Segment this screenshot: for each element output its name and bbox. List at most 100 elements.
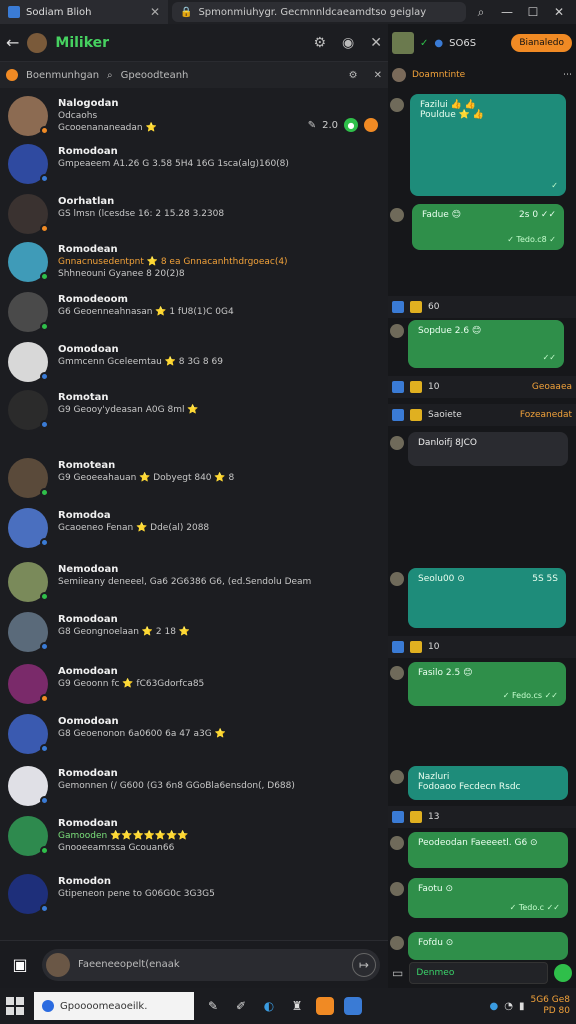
message-input[interactable]: Faeeneeopelt(enaak ↦ bbox=[42, 948, 380, 981]
avatar bbox=[390, 436, 404, 450]
send-icon[interactable] bbox=[554, 964, 572, 982]
reaction-count: 10 bbox=[428, 642, 440, 652]
chat-list-item[interactable]: Romodean Gnnacnusedentpnt ⭐ 8 ea Gnnacanh… bbox=[0, 238, 388, 286]
chat-preview: Odcaohs bbox=[58, 111, 98, 121]
message-bubble[interactable]: Sopdue 2.6 😊 ✓✓ bbox=[408, 320, 564, 368]
message-bubble[interactable]: Fadue 😊 ✓ Tedo.c8 ✓ 2s 0 ✓✓ bbox=[412, 204, 564, 250]
start-icon[interactable] bbox=[6, 997, 24, 1015]
reaction-strip[interactable]: 13 bbox=[388, 806, 576, 828]
media-icon[interactable]: ▣ bbox=[8, 953, 32, 977]
chat-list-item[interactable]: Nemodoan Semiieany deneeel, Ga6 2G6386 G6… bbox=[0, 558, 388, 606]
conversation-subheader: Doamntinte ⋯ bbox=[388, 62, 576, 88]
chat-list-item[interactable]: Romodeoom G6 Geoenneahnasan ⭐ 1 fU8(1)C 0… bbox=[0, 288, 388, 336]
edge-icon[interactable]: ◐ bbox=[260, 997, 278, 1015]
chat-name: Nemodoan bbox=[58, 564, 119, 575]
maximize-button[interactable]: ☐ bbox=[522, 2, 544, 22]
chat-list-item[interactable]: Romodoan Gemonnen (/ G600 (G3 6n8 GGoBla6… bbox=[0, 762, 388, 810]
message-bubble[interactable]: Nazluri Fodoaoo Fecdecn Rsdc bbox=[408, 766, 568, 800]
status-dot bbox=[40, 272, 49, 281]
tab-close-icon[interactable]: ✕ bbox=[150, 5, 160, 19]
volume-icon[interactable]: ◔ bbox=[504, 1001, 513, 1012]
store-icon[interactable] bbox=[344, 997, 362, 1015]
message-text: Fazilui 👍 👍 Pouldue ⭐ 👍 bbox=[420, 100, 484, 120]
emoji-icon bbox=[410, 301, 422, 313]
chat-list-item[interactable]: Oomodoan G8 Geoenonon 6a0600 6a 47 a3G ⭐ bbox=[0, 710, 388, 758]
avatar bbox=[390, 324, 404, 338]
message-bubble[interactable]: Seolu00 ⊙ 5S 5S bbox=[408, 568, 566, 628]
status-dot bbox=[40, 224, 49, 233]
filter-icon[interactable]: ⚙ bbox=[313, 35, 326, 51]
avatar bbox=[8, 612, 49, 652]
reaction-strip[interactable]: 10 bbox=[388, 636, 576, 658]
chat-preview: Shhneouni Gyanee 8 20(2)8 bbox=[58, 269, 185, 279]
message-text: Nazluri Fodoaoo Fecdecn Rsdc bbox=[418, 772, 521, 792]
status-dot bbox=[40, 592, 49, 601]
pen-icon[interactable]: ✐ bbox=[232, 997, 250, 1015]
close-icon[interactable]: ✕ bbox=[370, 35, 382, 51]
chat-preview: Gtipeneon pene to G06G0c 3G3G5 bbox=[58, 889, 215, 899]
message-placeholder: Faeeneeopelt(enaak bbox=[78, 959, 180, 970]
minimize-button[interactable]: — bbox=[496, 2, 518, 22]
url-text: Spmonmiuhygr. Gecmnnldcaeamdtso geiglay bbox=[198, 6, 427, 18]
message-text: Seolu00 ⊙ bbox=[418, 574, 465, 584]
address-bar[interactable]: 🔒 Spmonmiuhygr. Gecmnnldcaeamdtso geigla… bbox=[172, 2, 466, 22]
eye-icon[interactable]: ◉ bbox=[342, 35, 354, 51]
close-window-button[interactable]: ✕ bbox=[548, 2, 570, 22]
app-icon[interactable]: ♜ bbox=[288, 997, 306, 1015]
chat-list-item[interactable]: Romodoan Gmpeaeem A1.26 G 3.58 5H4 16G 1s… bbox=[0, 140, 388, 188]
settings-icon[interactable]: ⚙ bbox=[349, 70, 358, 81]
chat-list-item[interactable]: Romotan G9 Geooy'ydeasan A0G 8ml ⭐ bbox=[0, 386, 388, 434]
search-icon[interactable]: ⌕ bbox=[470, 2, 492, 22]
reaction-strip[interactable]: Saoiete Fozeanedat bbox=[388, 404, 576, 426]
chat-list-item[interactable]: Aomodoan G9 Geoonn fc ⭐ fC63Gdorfca85 bbox=[0, 660, 388, 708]
reaction-strip[interactable]: 10 Geoaaea bbox=[388, 376, 576, 398]
reaction-strip[interactable]: 60 bbox=[388, 296, 576, 318]
search-input[interactable]: Gpeoodteanh bbox=[121, 70, 189, 81]
chat-list-item[interactable]: Oomodoan Gmmcenn Gceleemtau ⭐ 8 3G 8 69 bbox=[0, 338, 388, 386]
chat-name: Oomodoan bbox=[58, 344, 119, 355]
attach-icon[interactable]: ▭ bbox=[392, 966, 403, 980]
message-bubble[interactable]: Fasilo 2.5 😊 ✓ Fedo.cs ✓✓ bbox=[408, 662, 566, 706]
back-icon[interactable]: ← bbox=[6, 33, 19, 52]
chat-list-item[interactable]: Romodon Gtipeneon pene to G06G0c 3G3G5 bbox=[0, 870, 388, 918]
chat-list-item[interactable]: Romodoan Gamooden ⭐⭐⭐⭐⭐⭐⭐ Gnooeeamrssa Gco… bbox=[0, 812, 388, 860]
avatar bbox=[390, 836, 404, 850]
network-icon[interactable]: ● bbox=[489, 1001, 498, 1012]
chat-meta: ✎ 2.0 ● bbox=[308, 118, 378, 132]
message-text: Danloifj 8JCO bbox=[418, 438, 477, 448]
status-dot bbox=[40, 126, 49, 135]
browser-tab[interactable]: Sodiam Blioh ✕ bbox=[0, 0, 168, 24]
chat-list-item[interactable]: Romotean G9 Geoeeahauan ⭐ Dobyegt 840 ⭐ 8 bbox=[0, 454, 388, 502]
unread-count: 2.0 bbox=[322, 119, 338, 131]
feather-icon[interactable]: ✎ bbox=[204, 997, 222, 1015]
search-icon[interactable]: ⌕ bbox=[107, 70, 113, 81]
reaction-count: Saoiete bbox=[428, 410, 462, 420]
message-bubble[interactable]: Faotu ⊙ ✓ Tedo.c ✓✓ bbox=[408, 878, 568, 918]
message-bubble[interactable]: Danloifj 8JCO bbox=[408, 432, 568, 466]
send-icon[interactable]: ↦ bbox=[352, 952, 376, 977]
chat-list-item[interactable]: Nalogodan Odcaohs Gcooenananeadan ⭐ ✎ 2.0 ● bbox=[0, 92, 388, 140]
taskbar-search[interactable]: Gpoooomeaoeilk. bbox=[34, 992, 194, 1020]
chat-preview: Gmmcenn Gceleemtau ⭐ 8 3G 8 69 bbox=[58, 357, 223, 367]
orange-app-icon[interactable] bbox=[316, 997, 334, 1015]
message-text: Fasilo 2.5 😊 bbox=[418, 668, 473, 678]
conversation-title: Doamntinte bbox=[412, 70, 466, 80]
message-bubble[interactable]: Peodeodan Faeeeetl. G6 ⊙ bbox=[408, 832, 568, 868]
join-button[interactable]: Bianaledo bbox=[511, 34, 572, 52]
chat-preview: Gcooenananeadan ⭐ bbox=[58, 123, 157, 133]
reply-input[interactable]: Denmeo bbox=[409, 962, 548, 984]
message-bubble[interactable]: Fofdu ⊙ bbox=[408, 932, 568, 960]
chat-list-item[interactable]: Romodoan G8 Geongnoelaan ⭐ 2 18 ⭐ bbox=[0, 608, 388, 656]
avatar bbox=[8, 508, 49, 548]
battery-icon[interactable]: ▮ bbox=[519, 1001, 525, 1012]
clock[interactable]: 5G6 Ge8 PD 80 bbox=[530, 995, 570, 1017]
close-subheader-icon[interactable]: ✕ bbox=[374, 70, 382, 81]
chat-list-item[interactable]: Romodoa Gcaoeneo Fenan ⭐ Dde(al) 2088 bbox=[0, 504, 388, 552]
message-bubble[interactable]: Fazilui 👍 👍 Pouldue ⭐ 👍 ✓ bbox=[410, 94, 566, 196]
more-options-icon[interactable]: ⋯ bbox=[563, 70, 572, 80]
chat-list-item[interactable]: Oorhatlan GS lmsn (lcesdse 16: 2 15.28 3.… bbox=[0, 190, 388, 238]
reaction-icon bbox=[364, 118, 378, 132]
emoji-icon bbox=[392, 381, 404, 393]
emoji-icon bbox=[410, 409, 422, 421]
status-dot bbox=[40, 846, 49, 855]
